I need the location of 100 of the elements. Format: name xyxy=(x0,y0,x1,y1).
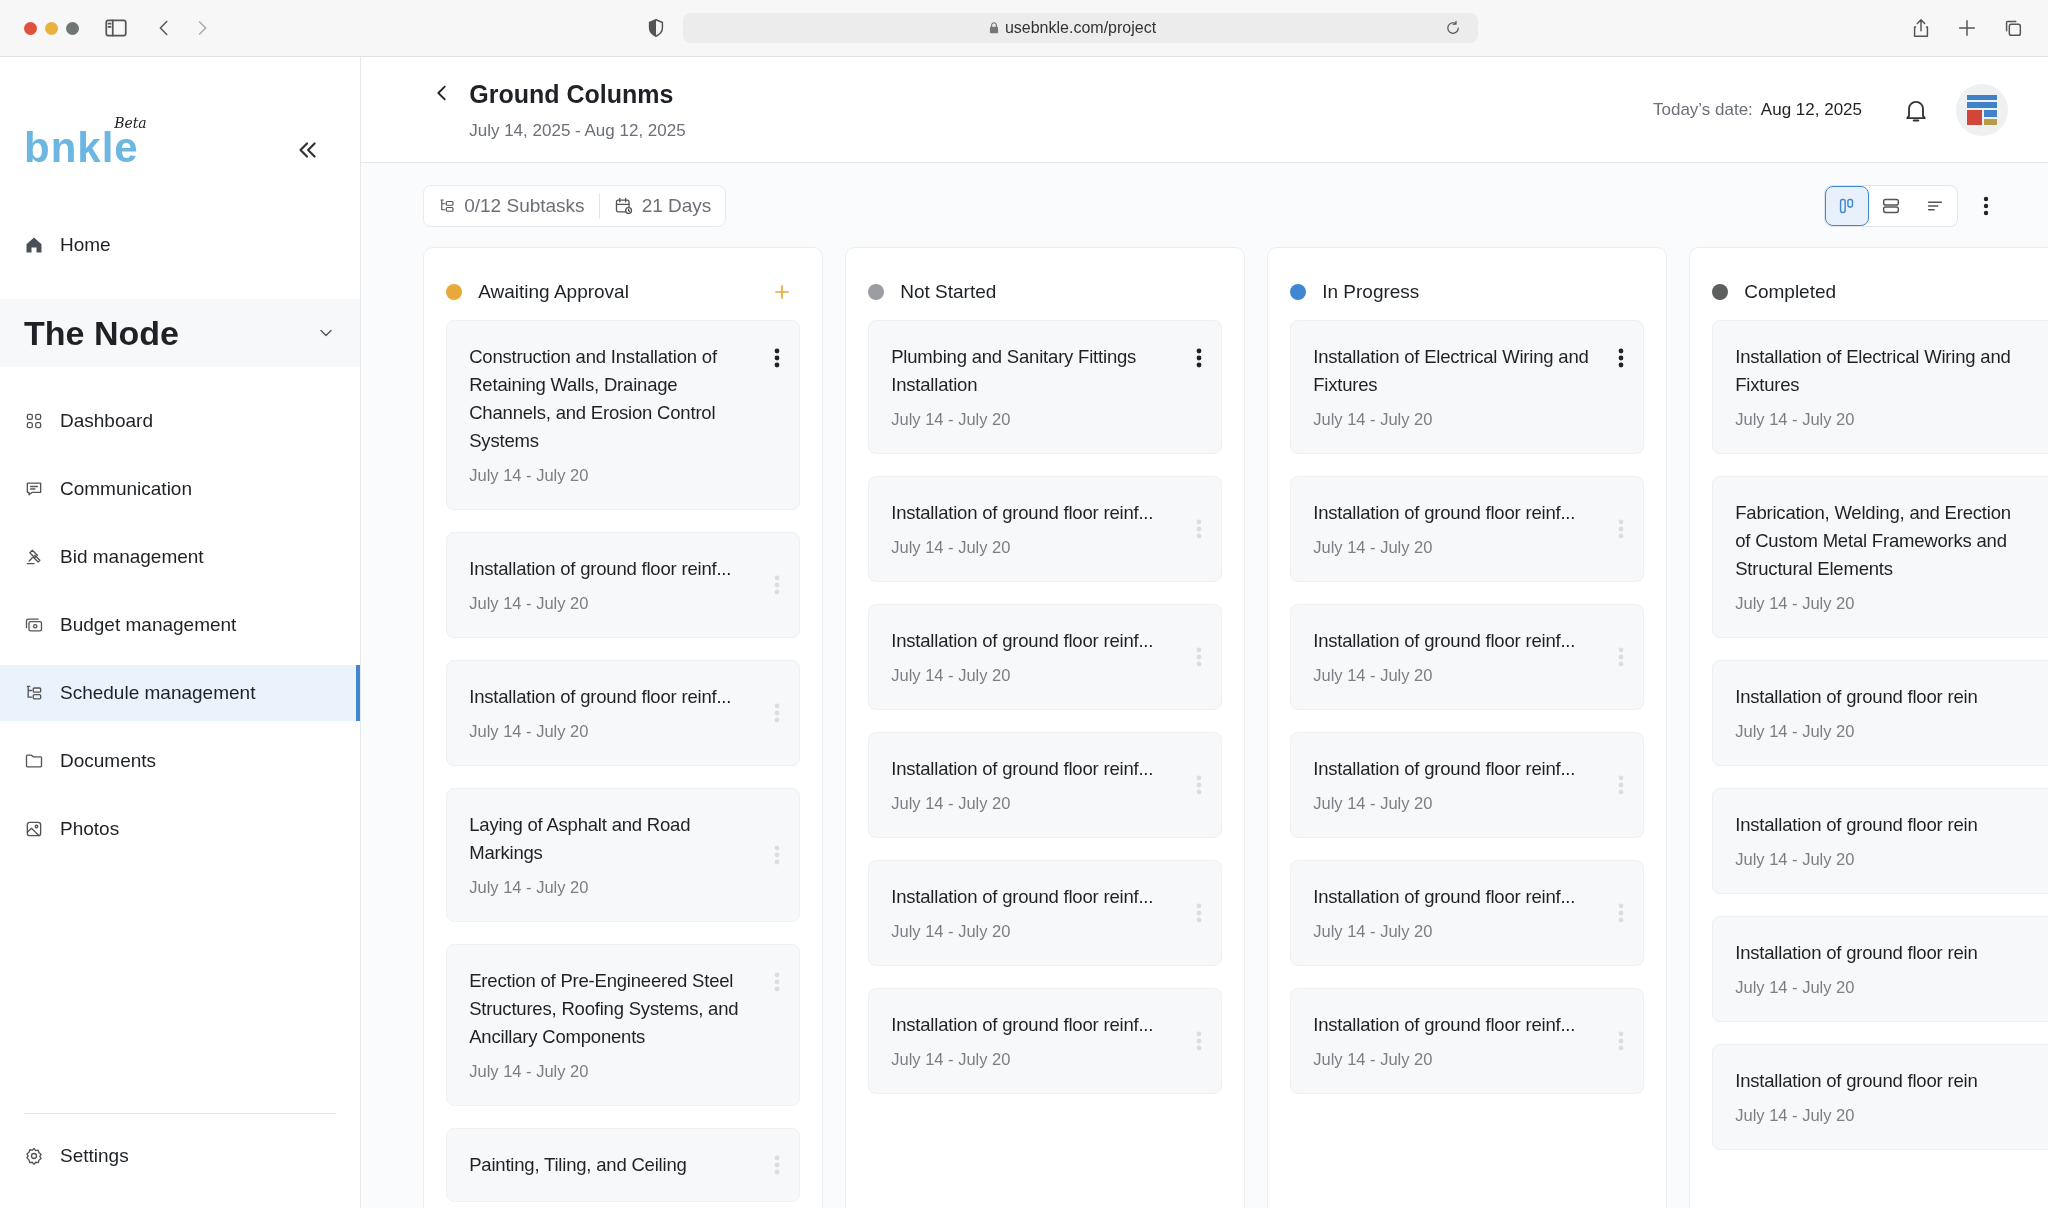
hierarchy-icon xyxy=(438,197,457,215)
task-card[interactable]: Installation of ground floor reinf... July 14 - July 20 xyxy=(868,476,1223,582)
column-title: Awaiting Approval xyxy=(478,279,629,304)
task-card[interactable]: Installation of ground floor reinf... July 14 - July 20 xyxy=(1290,476,1645,582)
task-dates: July 14 - July 20 xyxy=(891,793,1012,814)
project-selector[interactable]: The Node xyxy=(0,299,361,367)
task-card[interactable]: Painting, Tiling, and Ceiling xyxy=(446,1128,801,1202)
plus-icon[interactable] xyxy=(1956,17,1978,39)
sidebar-item[interactable]: Communication xyxy=(0,461,361,517)
task-title: Installation of ground floor rein xyxy=(1735,941,1979,965)
task-card[interactable]: Installation of ground floor reinf... July 14 - July 20 xyxy=(868,604,1223,710)
more-icon[interactable] xyxy=(1196,347,1203,369)
settings-link[interactable]: Settings xyxy=(0,1128,361,1184)
sidebar-item[interactable]: Budget management xyxy=(0,597,361,653)
task-dates: July 14 - July 20 xyxy=(891,1049,1012,1070)
task-dates: July 14 - July 20 xyxy=(891,537,1012,558)
task-title: Installation of ground floor rein xyxy=(1735,685,1979,709)
task-card[interactable]: Installation of ground floor rein July 14 - July 20 xyxy=(1712,1044,2048,1150)
task-dates: July 14 - July 20 xyxy=(1735,721,1856,742)
sidebar-item[interactable]: Schedule management xyxy=(0,665,361,721)
view-toggle[interactable] xyxy=(1825,186,1869,226)
task-card[interactable]: Fabrication, Welding, and Erection of Custom Metal Frameworks and Structural Elements July 14 - July 20 xyxy=(1712,476,2048,638)
task-title: Installation of ground floor reinf... xyxy=(1313,1013,1577,1037)
url-text: usebnkle.com/project xyxy=(1004,18,1157,38)
more-icon[interactable] xyxy=(1618,347,1625,369)
window-control-dot[interactable] xyxy=(66,21,79,35)
task-card[interactable]: Laying of Asphalt and Road Markings July 14 - July 20 xyxy=(446,788,801,922)
task-title: Installation of ground floor reinf... xyxy=(469,685,733,709)
home-link[interactable]: Home xyxy=(0,217,361,273)
task-title: Installation of ground floor reinf... xyxy=(891,629,1155,653)
task-card[interactable]: Installation of ground floor rein July 14 - July 20 xyxy=(1712,788,2048,894)
sidebar-item[interactable]: Bid management xyxy=(0,529,361,585)
task-card[interactable]: Installation of ground floor reinf... July 14 - July 20 xyxy=(868,732,1223,838)
task-dates: July 14 - July 20 xyxy=(891,921,1012,942)
task-title: Plumbing and Sanitary Fittings Installation xyxy=(891,345,1138,397)
column-title: Completed xyxy=(1744,279,1837,304)
more-icon[interactable] xyxy=(1982,194,1990,218)
task-title: Erection of Pre-Engineered Steel Structures, Roofing Systems, and Ancillary Components xyxy=(469,969,740,1049)
address-bar[interactable]: usebnkle.com/project xyxy=(683,13,1478,43)
task-title: Installation of ground floor reinf... xyxy=(1313,757,1577,781)
task-dates: July 14 - July 20 xyxy=(1313,793,1434,814)
task-dates: July 14 - July 20 xyxy=(1735,849,1856,870)
task-title: Installation of ground floor reinf... xyxy=(1313,629,1577,653)
sidebar-item[interactable]: Photos xyxy=(0,801,361,857)
more-icon[interactable] xyxy=(774,347,781,369)
task-card[interactable]: Installation of ground floor rein July 14 - July 20 xyxy=(1712,660,2048,766)
task-title: Installation of Electrical Wiring and Fixtures xyxy=(1313,345,1590,397)
subtask-count: 0/12 Subtasks xyxy=(424,191,599,221)
task-dates: July 14 - July 20 xyxy=(1313,921,1434,942)
task-title: Installation of ground floor reinf... xyxy=(891,885,1155,909)
task-title: Laying of Asphalt and Road Markings xyxy=(469,813,692,865)
sidebar-item[interactable]: Dashboard xyxy=(0,393,361,449)
column-title: In Progress xyxy=(1322,279,1420,304)
task-card[interactable]: Plumbing and Sanitary Fittings Installation July 14 - July 20 xyxy=(868,320,1223,454)
task-card[interactable]: Installation of Electrical Wiring and Fixtures July 14 - July 20 xyxy=(1712,320,2048,454)
task-dates: July 14 - July 20 xyxy=(469,593,590,614)
duration: 21 Days xyxy=(599,191,726,221)
task-card[interactable]: Installation of ground floor reinf... July 14 - July 20 xyxy=(1290,988,1645,1094)
home-icon xyxy=(24,235,44,255)
today-date: Aug 12, 2025 xyxy=(1760,98,1862,121)
task-title: Installation of ground floor rein xyxy=(1735,1069,1979,1093)
task-title: Painting, Tiling, and Ceiling xyxy=(469,1153,688,1177)
task-dates: July 14 - July 20 xyxy=(1735,593,1856,614)
task-title: Installation of Electrical Wiring and Fixtures xyxy=(1735,345,2012,397)
task-title: Installation of ground floor reinf... xyxy=(891,1013,1155,1037)
task-card[interactable]: Construction and Installation of Retaining Walls, Drainage Channels, and Erosion Control Systems July 14 - July 20 xyxy=(446,320,801,510)
task-title: Installation of ground floor rein xyxy=(1735,813,1979,837)
task-card[interactable]: Installation of ground floor reinf... July 14 - July 20 xyxy=(446,532,801,638)
task-dates: July 14 - July 20 xyxy=(1735,1105,1856,1126)
task-card[interactable]: Installation of ground floor reinf... July 14 - July 20 xyxy=(1290,604,1645,710)
task-card[interactable]: Installation of Electrical Wiring and Fixtures July 14 - July 20 xyxy=(1290,320,1645,454)
reload-icon[interactable] xyxy=(1444,19,1462,37)
task-dates: July 14 - July 20 xyxy=(1313,1049,1434,1070)
task-card[interactable]: Installation of ground floor rein July 14 - July 20 xyxy=(1712,916,2048,1022)
today-label: Today’s date: xyxy=(1652,98,1753,121)
task-dates: July 14 - July 20 xyxy=(469,1061,590,1082)
task-title: Installation of ground floor reinf... xyxy=(469,557,733,581)
task-card[interactable]: Erection of Pre-Engineered Steel Structures, Roofing Systems, and Ancillary Components July 14 - July 20 xyxy=(446,944,801,1106)
task-card[interactable]: Installation of ground floor reinf... July 14 - July 20 xyxy=(868,988,1223,1094)
project-name: The Node xyxy=(24,312,179,354)
page-title: Ground Colunms xyxy=(469,79,675,110)
task-card[interactable]: Installation of ground floor reinf... July 14 - July 20 xyxy=(446,660,801,766)
task-card[interactable]: Installation of ground floor reinf... July 14 - July 20 xyxy=(1290,732,1645,838)
window-control-dot[interactable] xyxy=(45,21,58,35)
task-card[interactable]: Installation of ground floor reinf... July 14 - July 20 xyxy=(1290,860,1645,966)
task-dates: July 14 - July 20 xyxy=(469,465,590,486)
task-dates: July 14 - July 20 xyxy=(469,877,590,898)
task-dates: July 14 - July 20 xyxy=(1735,409,1856,430)
window-control-dot[interactable] xyxy=(24,21,37,35)
task-dates: July 14 - July 20 xyxy=(891,409,1012,430)
grid-icon xyxy=(24,411,44,431)
sidebar-item[interactable]: Documents xyxy=(0,733,361,789)
column-title: Not Started xyxy=(900,279,997,304)
calendar-clock-icon xyxy=(613,196,634,216)
task-title: Fabrication, Welding, and Erection of Custom Metal Frameworks and Structural Elements xyxy=(1735,501,2012,581)
task-dates: July 14 - July 20 xyxy=(891,665,1012,686)
task-title: Installation of ground floor reinf... xyxy=(891,501,1155,525)
task-card[interactable]: Installation of ground floor reinf... July 14 - July 20 xyxy=(868,860,1223,966)
image-icon xyxy=(24,819,44,839)
task-dates: July 14 - July 20 xyxy=(1735,977,1856,998)
